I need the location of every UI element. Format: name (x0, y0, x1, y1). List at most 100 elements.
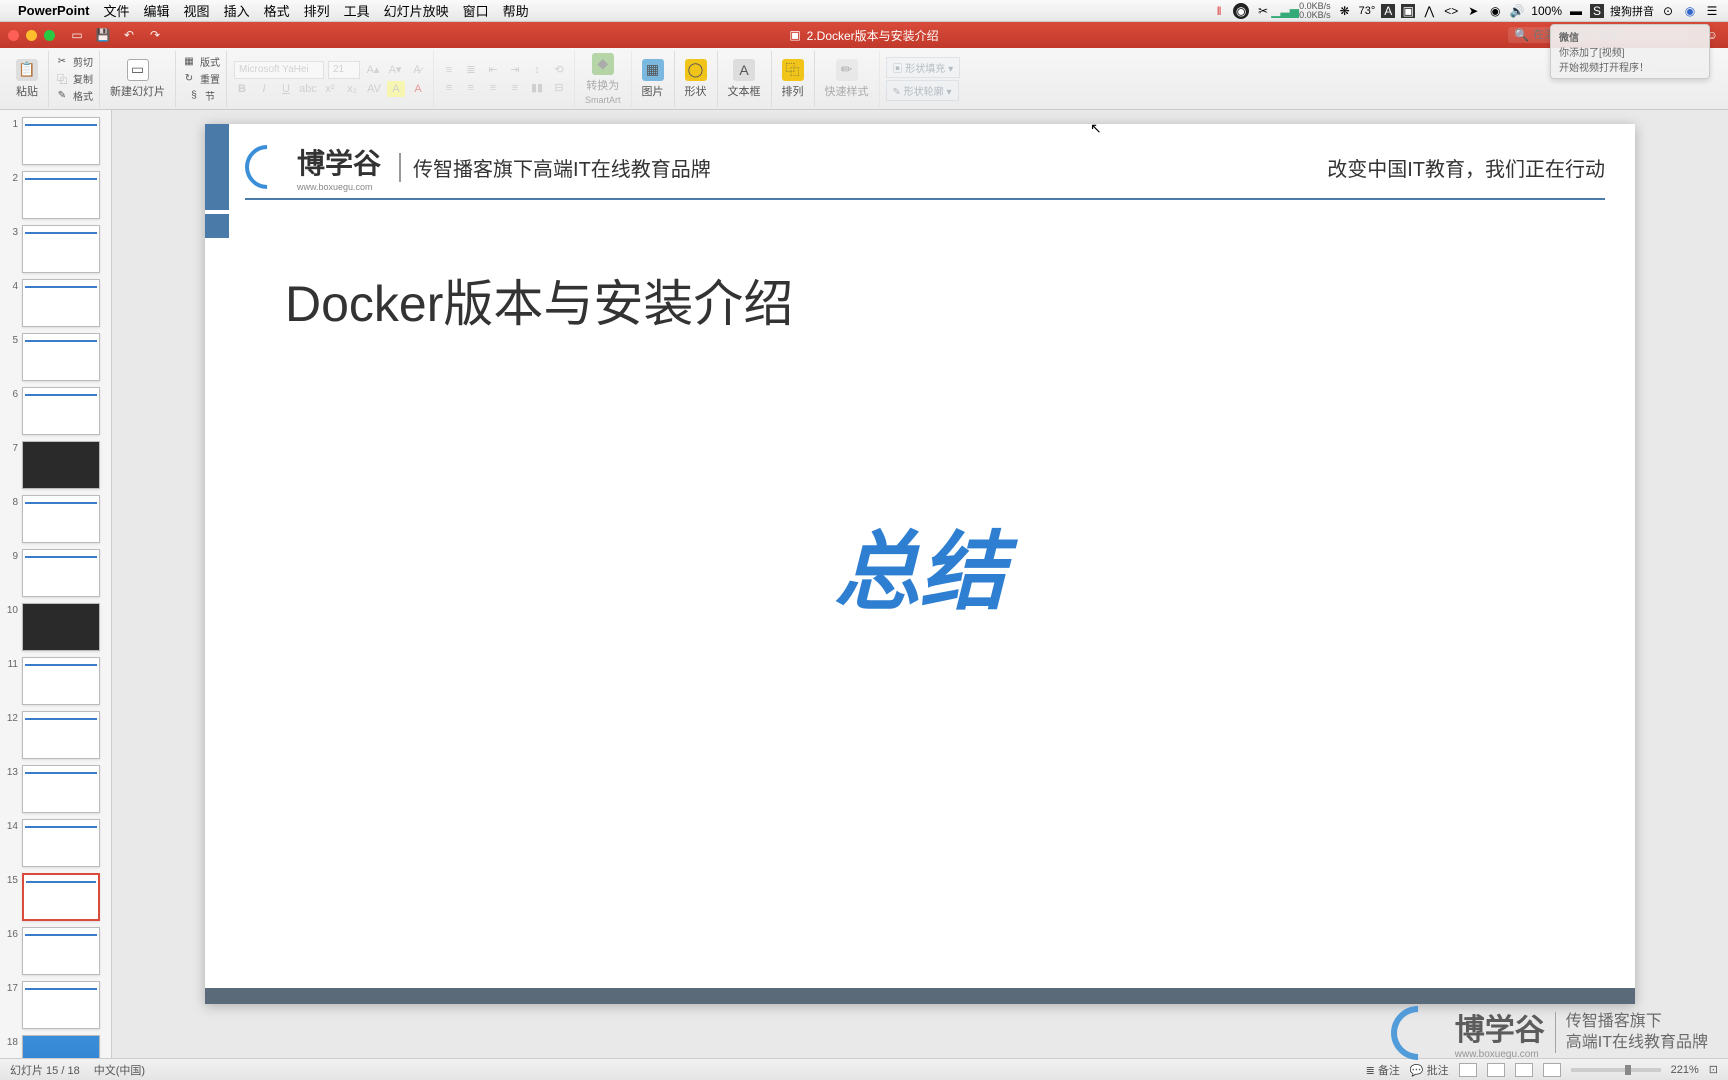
slide-thumbnail[interactable] (22, 333, 100, 381)
menubar-icon-2[interactable]: ▣ (1401, 4, 1415, 18)
text-direction-button[interactable]: ⟲ (550, 62, 568, 78)
strike-button[interactable]: abc (299, 81, 317, 97)
justify-button[interactable]: ≡ (506, 80, 524, 96)
subscript-button[interactable]: x₂ (343, 81, 361, 97)
superscript-button[interactable]: x² (321, 81, 339, 97)
thumb-row-3[interactable]: 3 (0, 222, 111, 276)
thumb-row-2[interactable]: 2 (0, 168, 111, 222)
picture-button[interactable]: ▦图片 (638, 57, 668, 101)
bold-button[interactable]: B (233, 81, 251, 97)
menu-format[interactable]: 格式 (264, 1, 290, 20)
slide-thumbnail[interactable] (22, 279, 100, 327)
menu-slideshow[interactable]: 幻灯片放映 (384, 1, 449, 20)
slide-thumbnail[interactable] (22, 927, 100, 975)
ime-icon[interactable]: S (1590, 4, 1604, 18)
italic-button[interactable]: I (255, 81, 273, 97)
thumb-row-11[interactable]: 11 (0, 654, 111, 708)
qat-undo-icon[interactable]: ↶ (121, 27, 137, 43)
menubar-icon-1[interactable]: A (1381, 4, 1395, 18)
thumb-row-9[interactable]: 9 (0, 546, 111, 600)
align-text-button[interactable]: ⊟ (550, 80, 568, 96)
arrange-button[interactable]: ⿻排列 (778, 57, 808, 101)
slide-thumbnail[interactable] (22, 495, 100, 543)
slide-thumbnail[interactable] (22, 603, 100, 651)
thumb-row-5[interactable]: 5 (0, 330, 111, 384)
slide-thumbnail[interactable] (22, 765, 100, 813)
thumb-row-15[interactable]: 15 (0, 870, 111, 924)
thumb-row-10[interactable]: 10 (0, 600, 111, 654)
comments-button[interactable]: 💬 批注 (1410, 1062, 1449, 1078)
ime-name[interactable]: 搜狗拼音 (1610, 3, 1654, 19)
reading-view-button[interactable] (1515, 1063, 1533, 1077)
slide-thumbnail[interactable] (22, 549, 100, 597)
line-spacing-button[interactable]: ↕ (528, 62, 546, 78)
slide-thumbnail[interactable] (22, 387, 100, 435)
section-button[interactable]: §节 (187, 88, 215, 103)
font-color-button[interactable]: A (409, 81, 427, 97)
font-size-select[interactable]: 21 (328, 61, 360, 79)
increase-font-icon[interactable]: A▴ (364, 62, 382, 78)
highlight-button[interactable]: A (387, 81, 405, 97)
zoom-slider[interactable] (1571, 1068, 1661, 1072)
siri-icon[interactable]: ◉ (1682, 3, 1698, 19)
graph-icon[interactable]: ▁▃▅ (1277, 3, 1293, 19)
fit-window-button[interactable]: ⊡ (1709, 1063, 1718, 1076)
thumb-row-16[interactable]: 16 (0, 924, 111, 978)
font-name-select[interactable]: Microsoft YaHei (234, 61, 324, 79)
minimize-button[interactable] (26, 30, 37, 41)
shapes-button[interactable]: ◯形状 (681, 57, 711, 101)
slide-thumbnail[interactable] (22, 981, 100, 1029)
menu-file[interactable]: 文件 (104, 1, 130, 20)
decrease-indent-button[interactable]: ⇤ (484, 62, 502, 78)
slide-thumbnail[interactable] (22, 225, 100, 273)
qat-save-icon[interactable]: 💾 (95, 27, 111, 43)
thumb-row-8[interactable]: 8 (0, 492, 111, 546)
thumb-row-6[interactable]: 6 (0, 384, 111, 438)
shape-outline-button[interactable]: ✎ 形状轮廓 ▾ (886, 80, 959, 101)
menu-window[interactable]: 窗口 (463, 1, 489, 20)
shape-fill-button[interactable]: ▣ 形状填充 ▾ (886, 57, 961, 78)
spotlight-icon[interactable]: ⊙ (1660, 3, 1676, 19)
app-name[interactable]: PowerPoint (18, 3, 90, 18)
scissors-icon[interactable]: ✂ (1255, 3, 1271, 19)
slide-thumbnail[interactable] (22, 117, 100, 165)
menu-arrange[interactable]: 排列 (304, 1, 330, 20)
thumb-row-18[interactable]: 18 (0, 1032, 111, 1058)
thumb-row-12[interactable]: 12 (0, 708, 111, 762)
battery-icon[interactable]: ▬ (1568, 3, 1584, 19)
align-left-button[interactable]: ≡ (440, 80, 458, 96)
format-painter-button[interactable]: ✎格式 (55, 88, 93, 103)
convert-smartart-button[interactable]: ◆ 转换为 SmartArt (581, 51, 625, 107)
sorter-view-button[interactable] (1487, 1063, 1505, 1077)
maximize-button[interactable] (44, 30, 55, 41)
slide-thumbnail[interactable] (22, 441, 100, 489)
slideshow-view-button[interactable] (1543, 1063, 1561, 1077)
menu-help[interactable]: 帮助 (503, 1, 529, 20)
char-spacing-button[interactable]: AV (365, 81, 383, 97)
wechat-notification[interactable]: 微信 你添加了[视频] 开始视频打开程序！ (1550, 24, 1710, 79)
notes-button[interactable]: ≣ 备注 (1366, 1062, 1400, 1078)
menubar-icon-3[interactable]: ⋀ (1421, 3, 1437, 19)
new-slide-button[interactable]: ▭ 新建幻灯片 (106, 57, 169, 101)
increase-indent-button[interactable]: ⇥ (506, 62, 524, 78)
layout-button[interactable]: ▦版式 (182, 54, 220, 69)
bullets-button[interactable]: ≡ (440, 62, 458, 78)
location-icon[interactable]: ➤ (1465, 3, 1481, 19)
current-slide[interactable]: 博学谷 www.boxuegu.com 传智播客旗下高端IT在线教育品牌 改变中… (205, 124, 1635, 1004)
slide-counter[interactable]: 幻灯片 15 / 18 (10, 1062, 80, 1078)
paste-button[interactable]: 📋 粘贴 (12, 57, 42, 101)
zoom-percent[interactable]: 221% (1671, 1064, 1699, 1076)
thumb-row-14[interactable]: 14 (0, 816, 111, 870)
slide-summary-text[interactable]: 总结 (834, 502, 1006, 627)
thumb-row-4[interactable]: 4 (0, 276, 111, 330)
notification-center-icon[interactable]: ☰ (1704, 3, 1720, 19)
pause-icon[interactable]: ‖ (1211, 3, 1227, 19)
obs-icon[interactable]: ◉ (1233, 3, 1249, 19)
menu-edit[interactable]: 编辑 (144, 1, 170, 20)
thumb-row-7[interactable]: 7 (0, 438, 111, 492)
copy-button[interactable]: ⿻复制 (55, 71, 93, 86)
slide-title[interactable]: Docker版本与安装介绍 (285, 264, 793, 336)
menu-insert[interactable]: 插入 (224, 1, 250, 20)
slide-thumbnail[interactable] (22, 873, 100, 921)
numbering-button[interactable]: ≣ (462, 62, 480, 78)
